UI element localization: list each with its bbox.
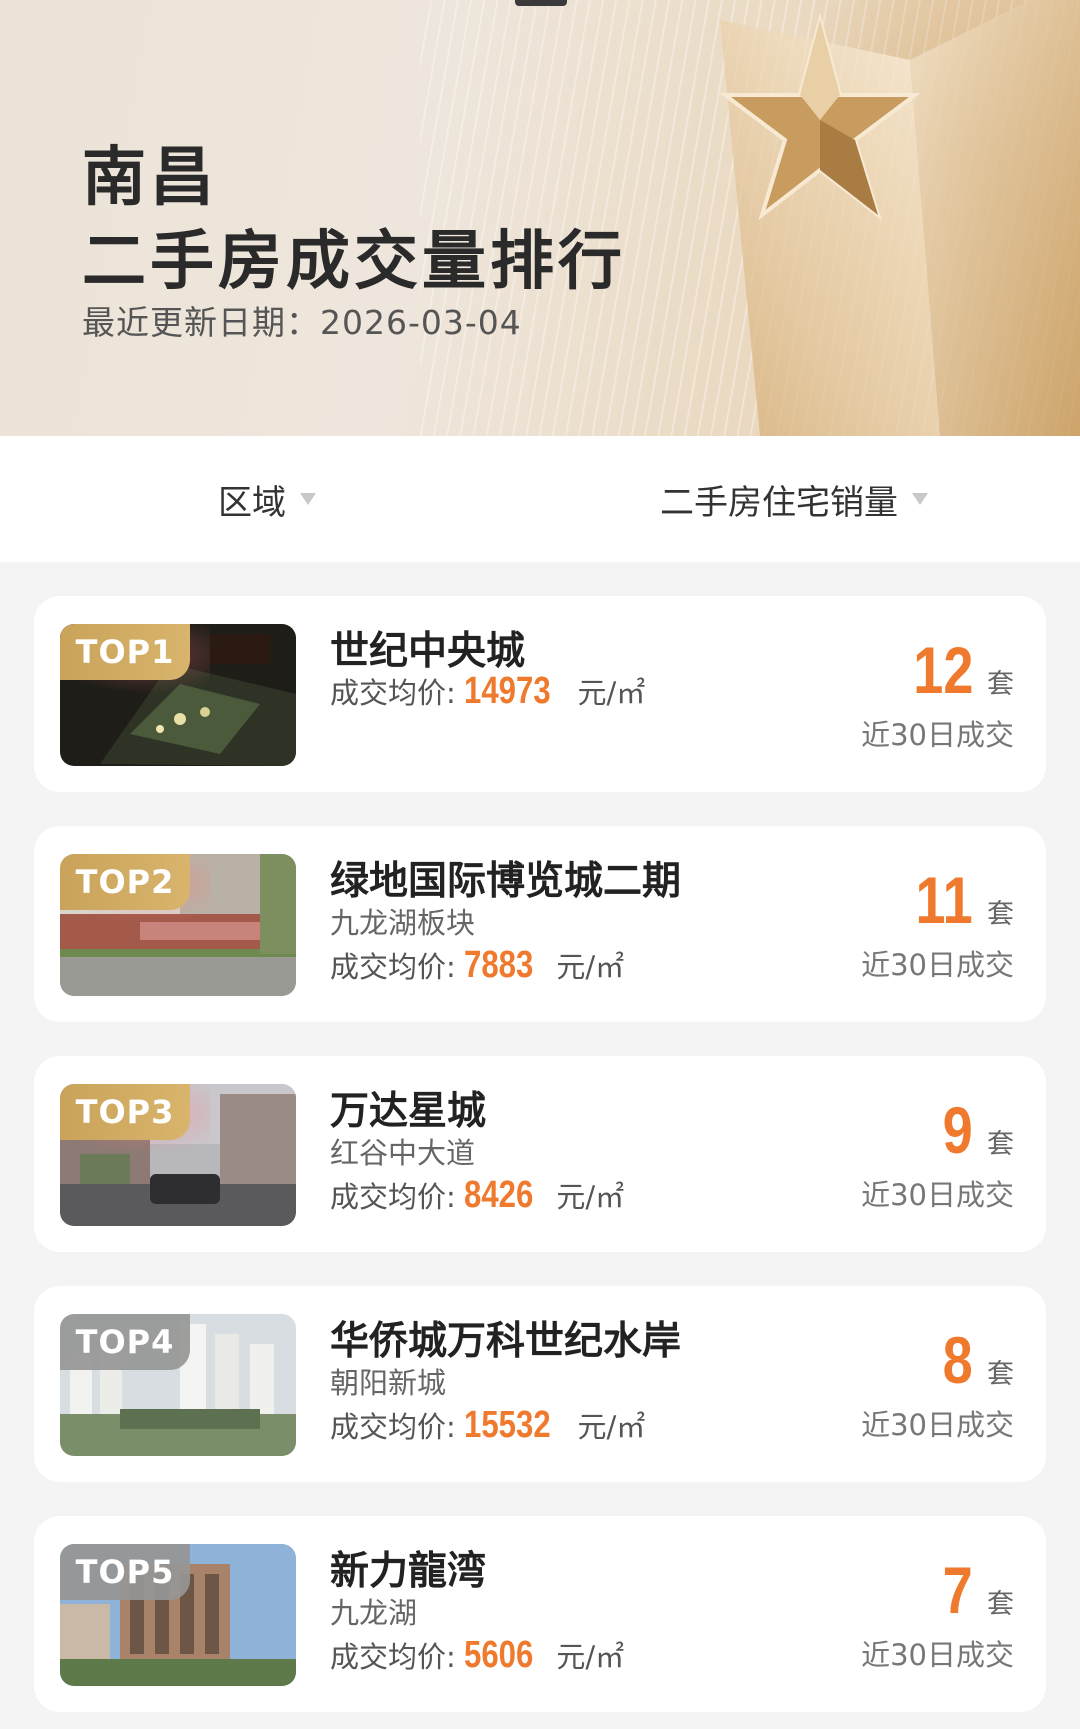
count-row: 9 套	[936, 1092, 1014, 1168]
count-row: 12 套	[900, 632, 1014, 708]
listing-name: 万达星城	[330, 1089, 487, 1134]
count-row: 8 套	[936, 1322, 1014, 1398]
count-row: 7 套	[936, 1552, 1014, 1628]
price-row: 成交均价: 15532 元/㎡	[330, 1404, 645, 1447]
listing-name: 华侨城万科世纪水岸	[330, 1319, 682, 1364]
ranking-card[interactable]: TOP5 新力龍湾 九龙湖 成交均价: 5606 元/㎡ 7 套 近30日成交	[34, 1516, 1046, 1712]
sales-count: 11	[915, 863, 973, 937]
count-unit: 套	[987, 669, 1014, 700]
rank-badge: TOP2	[60, 854, 190, 910]
listing-name: 世纪中央城	[330, 629, 526, 674]
ranking-card[interactable]: TOP4 华侨城万科世纪水岸 朝阳新城 成交均价: 15532 元/㎡ 8 套 …	[34, 1286, 1046, 1482]
price-label: 成交均价:	[330, 1180, 456, 1214]
listing-thumbnail: TOP5	[60, 1544, 296, 1686]
count-caption: 近30日成交	[861, 1638, 1014, 1672]
price-value: 5606	[463, 1634, 534, 1676]
price-value: 7883	[463, 944, 534, 986]
ranking-card[interactable]: TOP2 绿地国际博览城二期 九龙湖板块 成交均价: 7883 元/㎡ 11 套…	[34, 826, 1046, 1022]
price-value: 14973	[463, 670, 551, 712]
count-caption: 近30日成交	[861, 718, 1014, 752]
ranking-card[interactable]: TOP3 万达星城 红谷中大道 成交均价: 8426 元/㎡ 9 套 近30日成…	[34, 1056, 1046, 1252]
price-label: 成交均价:	[330, 950, 456, 984]
count-unit: 套	[987, 1129, 1014, 1160]
listing-thumbnail: TOP3	[60, 1084, 296, 1226]
sales-count: 8	[942, 1323, 973, 1397]
listing-area: 红谷中大道	[330, 1136, 476, 1170]
price-row: 成交均价: 8426 元/㎡	[330, 1174, 624, 1217]
region-filter-label: 区域	[218, 482, 286, 523]
rank-badge: TOP4	[60, 1314, 190, 1370]
listing-thumbnail: TOP4	[60, 1314, 296, 1456]
rank-badge: TOP3	[60, 1084, 190, 1140]
hero-banner: 南昌 二手房成交量排行 最近更新日期：2026-03-04	[0, 0, 1080, 436]
count-caption: 近30日成交	[861, 948, 1014, 982]
price-row: 成交均价: 14973 元/㎡	[330, 670, 645, 713]
price-unit: 元/㎡	[556, 950, 625, 984]
metric-filter-label: 二手房住宅销量	[660, 482, 898, 523]
listing-thumbnail: TOP2	[60, 854, 296, 996]
sales-count: 9	[942, 1093, 973, 1167]
listing-name: 新力龍湾	[330, 1549, 487, 1594]
count-unit: 套	[987, 1589, 1014, 1620]
listing-area: 九龙湖板块	[330, 906, 476, 940]
listing-thumbnail: TOP1	[60, 624, 296, 766]
price-value: 15532	[463, 1404, 551, 1446]
price-unit: 元/㎡	[556, 1180, 625, 1214]
count-caption: 近30日成交	[861, 1178, 1014, 1212]
listing-name: 绿地国际博览城二期	[330, 859, 682, 904]
count-unit: 套	[987, 1359, 1014, 1390]
city-title: 南昌	[82, 141, 218, 215]
page-title: 二手房成交量排行	[82, 225, 626, 299]
price-row: 成交均价: 5606 元/㎡	[330, 1634, 624, 1677]
filter-bar: 区域 二手房住宅销量	[0, 436, 1080, 562]
price-row: 成交均价: 7883 元/㎡	[330, 944, 624, 987]
listing-area: 九龙湖	[330, 1596, 418, 1630]
trophy-star-icon	[719, 0, 1080, 436]
update-date: 最近更新日期：2026-03-04	[82, 303, 522, 342]
caret-down-icon	[300, 493, 316, 505]
price-unit: 元/㎡	[577, 1410, 646, 1444]
price-value: 8426	[463, 1174, 534, 1216]
sales-count: 7	[942, 1553, 973, 1627]
caret-down-icon	[912, 493, 928, 505]
price-unit: 元/㎡	[556, 1640, 625, 1674]
rank-badge: TOP5	[60, 1544, 190, 1600]
listing-area: 朝阳新城	[330, 1366, 447, 1400]
price-unit: 元/㎡	[577, 676, 646, 710]
price-label: 成交均价:	[330, 1640, 456, 1674]
price-label: 成交均价:	[330, 676, 456, 710]
region-filter-dropdown[interactable]: 区域	[218, 436, 316, 562]
rank-badge: TOP1	[60, 624, 190, 680]
ranking-card[interactable]: TOP1 世纪中央城 成交均价: 14973 元/㎡ 12 套 近30日成交	[34, 596, 1046, 792]
count-caption: 近30日成交	[861, 1408, 1014, 1442]
price-label: 成交均价:	[330, 1410, 456, 1444]
metric-filter-dropdown[interactable]: 二手房住宅销量	[660, 436, 928, 562]
count-unit: 套	[987, 899, 1014, 930]
count-row: 11 套	[903, 862, 1014, 938]
status-notch	[515, 0, 567, 6]
sales-count: 12	[912, 633, 973, 707]
